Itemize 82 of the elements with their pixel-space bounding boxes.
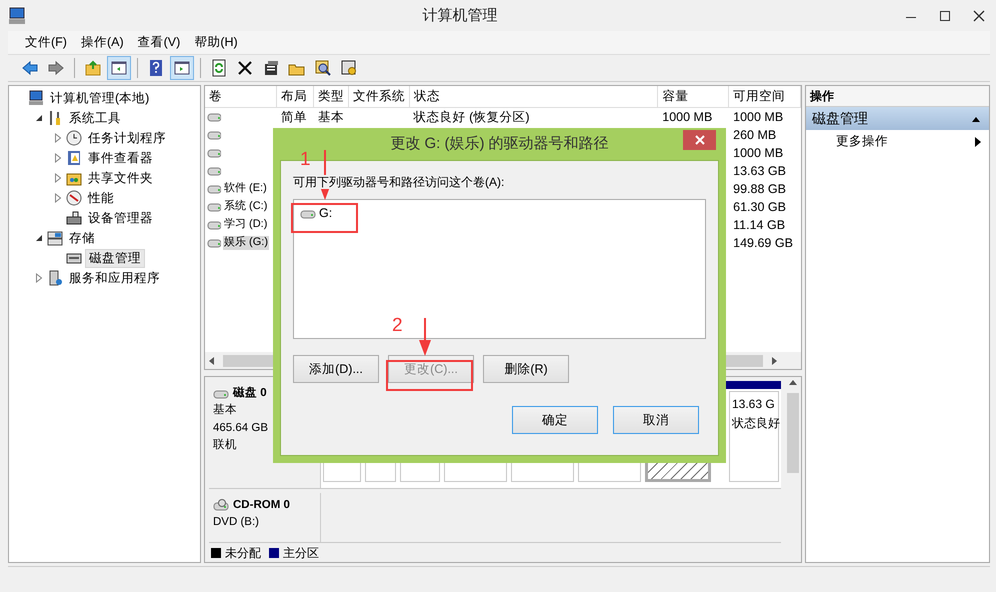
table-cell: 学习 (D:) bbox=[223, 218, 268, 232]
annotation-number: 2 bbox=[392, 316, 403, 335]
collapsed-icon[interactable] bbox=[54, 153, 62, 163]
table-cell: 1000 MB bbox=[733, 146, 784, 160]
table-cell: 状态良好 (恢复分区) bbox=[414, 110, 530, 124]
menu-item[interactable]: 帮助(H) bbox=[187, 33, 245, 52]
tree-item[interactable]: 磁盘管理 bbox=[85, 248, 145, 268]
column-header[interactable]: 可用空间 bbox=[729, 86, 801, 107]
disk-name: CD-ROM 0 bbox=[233, 498, 290, 513]
clock-icon bbox=[66, 130, 82, 146]
collapsed-icon[interactable] bbox=[35, 273, 43, 283]
disk-info: DVD (B:) bbox=[213, 515, 260, 530]
tree-item[interactable]: 系统工具 bbox=[66, 110, 124, 126]
collapsed-icon[interactable] bbox=[54, 193, 62, 203]
disk-name: 磁盘 0 bbox=[233, 386, 267, 401]
tree-item[interactable]: 共享文件夹 bbox=[85, 170, 156, 186]
partition-size: 13.63 G bbox=[732, 396, 776, 413]
column-header[interactable]: 状态 bbox=[410, 86, 658, 107]
tree-item[interactable]: 性能 bbox=[85, 190, 117, 206]
tree-item[interactable]: 设备管理器 bbox=[85, 210, 156, 226]
server-icon bbox=[47, 270, 63, 286]
expanded-icon[interactable] bbox=[35, 114, 43, 122]
table-cell: 基本 bbox=[318, 110, 344, 124]
table-cell: 软件 (E:) bbox=[223, 182, 268, 196]
table-cell: 99.88 GB bbox=[733, 182, 786, 196]
column-header[interactable]: 卷 bbox=[205, 86, 277, 107]
menu-item[interactable]: 操作(A) bbox=[74, 33, 131, 52]
tree-item[interactable]: 任务计划程序 bbox=[85, 130, 169, 146]
legend-label: 主分区 bbox=[283, 546, 319, 560]
computer-icon bbox=[28, 90, 44, 106]
table-cell: 1000 MB bbox=[662, 110, 712, 124]
partition[interactable]: 13.63 G 状态良好 bbox=[729, 391, 779, 482]
collapse-icon[interactable] bbox=[971, 114, 981, 123]
tree-item[interactable]: 事件查看器 bbox=[85, 150, 156, 166]
expanded-icon[interactable] bbox=[35, 234, 43, 242]
close-button[interactable] bbox=[683, 130, 716, 150]
disk-info: 465.64 GB bbox=[213, 420, 269, 436]
action-item[interactable]: 更多操作 bbox=[836, 134, 888, 150]
column-header[interactable]: 容量 bbox=[658, 86, 730, 107]
annotation-arrow bbox=[418, 318, 432, 356]
table-cell: 娱乐 (G:) bbox=[223, 236, 269, 250]
table-cell: 149.69 GB bbox=[733, 236, 793, 250]
dialog-button[interactable]: 取消 bbox=[613, 406, 699, 434]
path-item[interactable]: G: bbox=[319, 206, 332, 222]
highlight-box bbox=[291, 203, 358, 233]
column-header[interactable]: 文件系统 bbox=[348, 86, 410, 107]
table-cell: 系统 (C:) bbox=[223, 200, 268, 214]
submenu-arrow-icon bbox=[975, 136, 981, 147]
dialog-button[interactable]: 确定 bbox=[512, 406, 598, 434]
collapsed-icon[interactable] bbox=[54, 133, 62, 143]
scrollbar-thumb[interactable] bbox=[787, 393, 799, 473]
tools-icon bbox=[47, 110, 63, 126]
column-header[interactable]: 布局 bbox=[276, 86, 314, 107]
legend-label: 未分配 bbox=[225, 546, 261, 560]
menu-item[interactable]: 查看(V) bbox=[130, 33, 188, 52]
table-cell: 260 MB bbox=[733, 128, 776, 142]
tree-item[interactable]: 服务和应用程序 bbox=[66, 270, 163, 286]
log-icon bbox=[66, 150, 82, 166]
dialog-prompt: 可用下列驱动器号和路径访问这个卷(A): bbox=[293, 175, 504, 190]
window-title: 计算机管理 bbox=[422, 6, 498, 24]
table-cell: 11.14 GB bbox=[733, 218, 786, 232]
tree-item[interactable]: 计算机管理(本地) bbox=[47, 90, 152, 106]
dialog-title: 更改 G: (娱乐) 的驱动器号和路径 bbox=[390, 135, 609, 153]
disk-info: 联机 bbox=[213, 438, 238, 453]
collapsed-icon[interactable] bbox=[54, 173, 62, 183]
table-cell: 13.63 GB bbox=[733, 164, 786, 178]
dialog-button[interactable]: 添加(D)... bbox=[293, 355, 379, 384]
table-cell: 简单 bbox=[280, 110, 307, 124]
gauge-icon bbox=[66, 190, 82, 206]
disk-info: 基本 bbox=[213, 402, 238, 418]
computer-icon bbox=[8, 6, 26, 24]
table-cell: 1000 MB bbox=[733, 110, 784, 124]
tree-item[interactable]: 存储 bbox=[66, 230, 98, 246]
device-icon bbox=[66, 210, 82, 226]
menu-item[interactable]: 文件(F) bbox=[18, 33, 74, 52]
storage-icon bbox=[47, 230, 63, 246]
actions-header: 操作 bbox=[806, 86, 989, 108]
column-header[interactable]: 类型 bbox=[314, 86, 349, 107]
cd-drive-icon bbox=[213, 498, 229, 513]
table-cell: 61.30 GB bbox=[733, 200, 786, 214]
close-icon bbox=[694, 134, 706, 146]
dialog-button[interactable]: 删除(R) bbox=[483, 355, 569, 384]
